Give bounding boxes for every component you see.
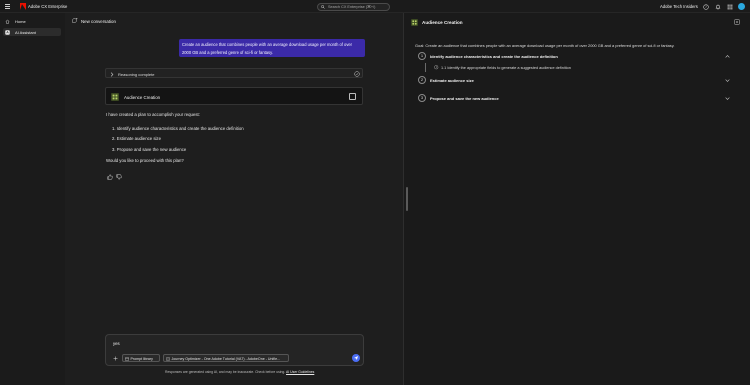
help-icon[interactable]: ? [703, 3, 709, 10]
conversation-title: New conversation [81, 19, 116, 24]
plan-step-3[interactable]: 3 Propose and save the new audience [416, 94, 736, 104]
new-conversation-icon[interactable] [72, 18, 78, 23]
chevron-down-icon[interactable] [725, 96, 730, 101]
prompt-library-button[interactable]: Prompt library [122, 354, 160, 362]
response-intro: I have created a plan to accomplish your… [106, 112, 200, 117]
reasoning-label: Reasoning complete [118, 72, 155, 77]
chevron-down-icon[interactable] [725, 78, 730, 83]
ai-guidelines-link[interactable]: AI User Guidelines [286, 370, 314, 374]
audience-icon [411, 19, 418, 26]
panel-title: Audience Creation [422, 20, 463, 25]
bell-icon[interactable] [715, 4, 721, 10]
step-label: Identify audience characteristics and cr… [430, 54, 558, 59]
thumbs-up-icon[interactable] [107, 174, 113, 180]
chevron-up-icon[interactable] [725, 54, 730, 59]
sidebar-item-label: AI Assistant [15, 30, 36, 35]
pending-clock-icon [434, 65, 439, 70]
sidebar-item-ai-assistant[interactable]: AI Assistant [3, 28, 61, 36]
message-input[interactable]: yes [113, 341, 120, 346]
card-title: Audience Creation [124, 94, 161, 100]
top-bar: Adobe CX Enterprise Adobe Tech Insiders … [0, 0, 750, 13]
plan-substep-1-1: 1.1 Identify the appropriate fields to g… [434, 64, 714, 72]
thumbs-down-icon[interactable] [116, 174, 122, 180]
ai-assistant-icon [5, 29, 10, 35]
context-chip-label: Journey Optimizer - One Adobe Tutorial (… [171, 357, 281, 361]
send-button[interactable] [352, 354, 360, 362]
plan-item: 1. Identify audience characteristics and… [112, 126, 244, 131]
disclaimer: Responses are generated using AI, and ma… [165, 370, 314, 374]
sidebar-item-home[interactable]: Home [3, 17, 61, 25]
step-number: 3 [418, 94, 426, 102]
svg-text:?: ? [705, 5, 707, 9]
step-connector [425, 63, 426, 72]
audience-icon [111, 93, 119, 101]
sandbox-icon [166, 356, 170, 361]
prompt-library-label: Prompt library [130, 357, 153, 361]
avatar[interactable] [738, 3, 745, 10]
open-panel-icon[interactable] [349, 93, 356, 100]
home-icon [5, 19, 10, 23]
sidebar-item-label: Home [15, 19, 26, 24]
goal-text: Goal: Create an audience that combines p… [415, 43, 675, 48]
disclaimer-text: Responses are generated using AI, and ma… [165, 370, 286, 374]
check-circle-icon [354, 71, 360, 77]
search-input[interactable] [328, 4, 388, 10]
context-chip[interactable]: Journey Optimizer - One Adobe Tutorial (… [163, 354, 289, 362]
step-label: Propose and save the new audience [430, 96, 499, 101]
plan-step-1[interactable]: 1 Identify audience characteristics and … [416, 52, 736, 62]
plus-icon[interactable] [113, 356, 118, 361]
panel-resize-handle[interactable] [406, 187, 408, 211]
plan-item: 2. Estimate audience size [112, 136, 161, 141]
message-composer[interactable]: yes Prompt library Journey Optimizer - O… [105, 334, 364, 366]
app-title[interactable]: Adobe CX Enterprise [28, 4, 67, 9]
audience-creation-card[interactable]: Audience Creation [105, 87, 363, 105]
user-message-line-1: Create an audience that combines people … [182, 42, 353, 47]
chevron-right-icon [110, 71, 114, 77]
search-box[interactable] [317, 2, 390, 11]
menu-icon[interactable] [5, 4, 10, 9]
org-switcher[interactable]: Adobe Tech Insiders [660, 4, 698, 9]
step-number: 2 [418, 76, 426, 84]
sidebar: Home AI Assistant [0, 13, 65, 385]
audience-creation-panel: Audience Creation Goal: Create an audien… [404, 13, 750, 385]
user-message: Create an audience that combines people … [179, 39, 365, 57]
response-question: Would you like to proceed with this plan… [106, 158, 184, 163]
step-number: 1 [418, 52, 426, 60]
substep-label: 1.1 Identify the appropriate fields to g… [441, 65, 571, 70]
library-icon [125, 356, 129, 361]
reasoning-toggle[interactable]: Reasoning complete [105, 68, 363, 78]
user-message-line-2: 2000 GB and a preferred genre of sci-fi … [182, 50, 273, 55]
send-icon [354, 356, 358, 360]
conversation-pane: New conversation Create an audience that… [65, 13, 403, 385]
plan-step-2[interactable]: 2 Estimate audience size [416, 76, 736, 86]
step-label: Estimate audience size [430, 78, 474, 83]
search-icon [321, 4, 325, 9]
apps-grid-icon[interactable] [727, 4, 733, 10]
plan-item: 3. Propose and save the new audience [112, 147, 187, 152]
close-panel-icon[interactable] [734, 19, 740, 25]
